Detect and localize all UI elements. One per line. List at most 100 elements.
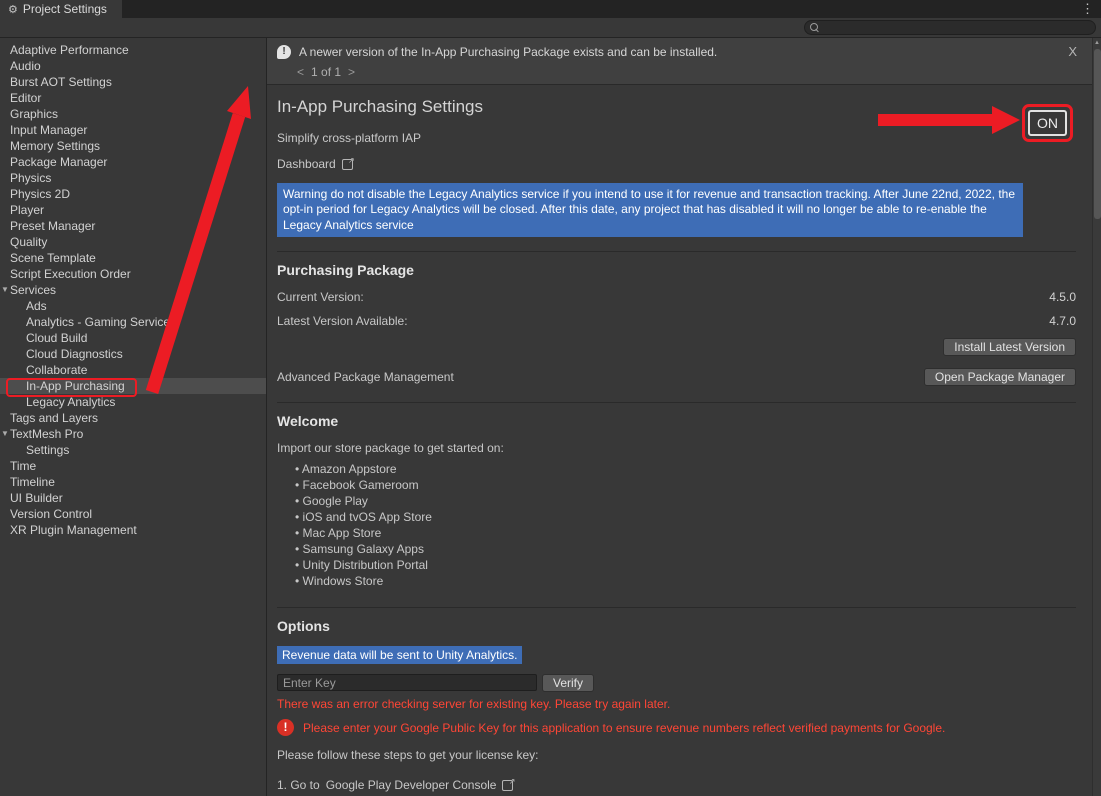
pager-prev-button[interactable]: < xyxy=(297,65,304,79)
options-section: Options Revenue data will be sent to Uni… xyxy=(277,607,1076,796)
page-title: In-App Purchasing Settings xyxy=(277,97,1076,117)
sidebar-item-script-execution-order[interactable]: Script Execution Order xyxy=(0,266,266,282)
sidebar-item-xr-plugin-management[interactable]: XR Plugin Management xyxy=(0,522,266,538)
server-error-text: There was an error checking server for e… xyxy=(277,697,1076,711)
sidebar-item-label: Memory Settings xyxy=(10,139,100,153)
sidebar-item-tags-and-layers[interactable]: Tags and Layers xyxy=(0,410,266,426)
foldout-arrow-icon[interactable]: ▼ xyxy=(1,282,9,298)
store-list: Amazon AppstoreFacebook GameroomGoogle P… xyxy=(295,461,1076,589)
advanced-package-management-label: Advanced Package Management xyxy=(277,370,454,384)
sidebar-item-services[interactable]: ▼Services xyxy=(0,282,266,298)
dashboard-link-label: Dashboard xyxy=(277,157,336,171)
verify-button[interactable]: Verify xyxy=(542,674,594,692)
simplify-iap-label: Simplify cross-platform IAP xyxy=(277,131,1076,145)
sidebar-item-label: Ads xyxy=(26,299,47,313)
current-version-value: 4.5.0 xyxy=(1049,290,1076,304)
sidebar-list: Adaptive PerformanceAudioBurst AOT Setti… xyxy=(0,42,266,538)
sidebar-item-legacy-analytics[interactable]: Legacy Analytics xyxy=(0,394,266,410)
sidebar-item-label: Graphics xyxy=(10,107,58,121)
purchasing-package-section: Purchasing Package Current Version: 4.5.… xyxy=(277,251,1076,400)
sidebar-item-label: Editor xyxy=(10,91,41,105)
tab-project-settings[interactable]: ⚙ Project Settings xyxy=(0,0,122,18)
sidebar-item-label: Preset Manager xyxy=(10,219,95,233)
sidebar-item-label: UI Builder xyxy=(10,491,63,505)
iap-enabled-toggle[interactable]: ON xyxy=(1028,110,1067,136)
banner-message: A newer version of the In-App Purchasing… xyxy=(299,45,717,59)
sidebar-item-audio[interactable]: Audio xyxy=(0,58,266,74)
scrollbar-thumb[interactable] xyxy=(1094,49,1101,219)
store-list-item: Samsung Galaxy Apps xyxy=(295,541,1076,557)
step1-prefix: 1. Go to xyxy=(277,778,320,792)
sidebar-item-adaptive-performance[interactable]: Adaptive Performance xyxy=(0,42,266,58)
welcome-intro: Import our store package to get started … xyxy=(277,441,1076,455)
toolbar xyxy=(0,18,1101,38)
sidebar-item-burst-aot-settings[interactable]: Burst AOT Settings xyxy=(0,74,266,90)
sidebar-item-label: Timeline xyxy=(10,475,55,489)
sidebar-item-package-manager[interactable]: Package Manager xyxy=(0,154,266,170)
banner-close-icon[interactable]: X xyxy=(1068,44,1077,59)
scrollbar-up-icon[interactable]: ▲ xyxy=(1093,38,1101,48)
external-link-icon xyxy=(342,159,353,170)
sidebar-item-memory-settings[interactable]: Memory Settings xyxy=(0,138,266,154)
google-key-error-text: Please enter your Google Public Key for … xyxy=(303,721,945,735)
error-icon: ! xyxy=(277,719,294,736)
google-play-console-link[interactable]: Google Play Developer Console xyxy=(326,778,497,792)
store-list-item: Mac App Store xyxy=(295,525,1076,541)
vertical-scrollbar[interactable]: ▲ xyxy=(1092,38,1101,796)
install-latest-version-button[interactable]: Install Latest Version xyxy=(943,338,1076,356)
sidebar-item-label: XR Plugin Management xyxy=(10,523,137,537)
sidebar-item-preset-manager[interactable]: Preset Manager xyxy=(0,218,266,234)
google-key-input[interactable] xyxy=(277,674,537,691)
sidebar-item-graphics[interactable]: Graphics xyxy=(0,106,266,122)
sidebar-item-ads[interactable]: Ads xyxy=(0,298,266,314)
sidebar-item-cloud-build[interactable]: Cloud Build xyxy=(0,330,266,346)
sidebar-item-editor[interactable]: Editor xyxy=(0,90,266,106)
sidebar-item-version-control[interactable]: Version Control xyxy=(0,506,266,522)
search-icon xyxy=(810,23,819,32)
license-steps-intro: Please follow these steps to get your li… xyxy=(277,748,1076,762)
sidebar-item-label: Physics 2D xyxy=(10,187,70,201)
pager-label: 1 of 1 xyxy=(311,65,341,79)
sidebar-item-textmesh-pro[interactable]: ▼TextMesh Pro xyxy=(0,426,266,442)
sidebar-item-scene-template[interactable]: Scene Template xyxy=(0,250,266,266)
options-heading: Options xyxy=(277,618,1076,634)
sidebar-item-in-app-purchasing[interactable]: In-App Purchasing xyxy=(0,378,266,394)
sidebar-item-player[interactable]: Player xyxy=(0,202,266,218)
sidebar-item-timeline[interactable]: Timeline xyxy=(0,474,266,490)
sidebar-item-physics[interactable]: Physics xyxy=(0,170,266,186)
main-panel: ! A newer version of the In-App Purchasi… xyxy=(267,38,1101,796)
sidebar-item-quality[interactable]: Quality xyxy=(0,234,266,250)
sidebar-item-physics-2d[interactable]: Physics 2D xyxy=(0,186,266,202)
store-list-item: iOS and tvOS App Store xyxy=(295,509,1076,525)
sidebar-item-label: Burst AOT Settings xyxy=(10,75,112,89)
pager-next-button[interactable]: > xyxy=(348,65,355,79)
sidebar-item-label: In-App Purchasing xyxy=(26,379,125,393)
sidebar-item-input-manager[interactable]: Input Manager xyxy=(0,122,266,138)
search-box[interactable] xyxy=(804,20,1096,35)
sidebar-item-label: Quality xyxy=(10,235,47,249)
sidebar-item-time[interactable]: Time xyxy=(0,458,266,474)
sidebar-item-analytics-gaming-services[interactable]: Analytics - Gaming Services xyxy=(0,314,266,330)
legacy-analytics-warning: Warning do not disable the Legacy Analyt… xyxy=(277,183,1023,237)
sidebar-item-label: Settings xyxy=(26,443,69,457)
license-step-1: 1. Go to Google Play Developer Console xyxy=(277,778,513,792)
gear-icon: ⚙ xyxy=(8,3,18,16)
sidebar-item-ui-builder[interactable]: UI Builder xyxy=(0,490,266,506)
sidebar-item-cloud-diagnostics[interactable]: Cloud Diagnostics xyxy=(0,346,266,362)
store-list-item: Facebook Gameroom xyxy=(295,477,1076,493)
sidebar-item-collaborate[interactable]: Collaborate xyxy=(0,362,266,378)
sidebar-item-label: Package Manager xyxy=(10,155,107,169)
kebab-menu-icon[interactable]: ⋮ xyxy=(1081,1,1094,17)
store-list-item: Windows Store xyxy=(295,573,1076,589)
info-bubble-icon: ! xyxy=(277,45,291,59)
banner-pager: < 1 of 1 > xyxy=(297,65,1082,79)
open-package-manager-button[interactable]: Open Package Manager xyxy=(924,368,1076,386)
foldout-arrow-icon[interactable]: ▼ xyxy=(1,426,9,442)
dashboard-link[interactable]: Dashboard xyxy=(277,157,353,171)
sidebar-item-label: Analytics - Gaming Services xyxy=(26,315,176,329)
welcome-heading: Welcome xyxy=(277,413,1076,429)
sidebar-item-label: Scene Template xyxy=(10,251,96,265)
search-input[interactable] xyxy=(824,22,1090,34)
store-list-item: Amazon Appstore xyxy=(295,461,1076,477)
sidebar-item-settings[interactable]: Settings xyxy=(0,442,266,458)
